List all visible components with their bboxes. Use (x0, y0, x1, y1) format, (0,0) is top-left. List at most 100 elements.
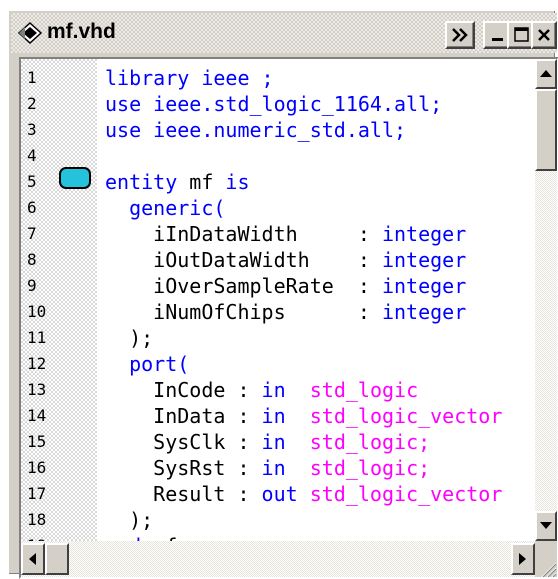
code-editor[interactable]: 12345678910111213141516171819 library ie… (19, 57, 558, 579)
code-line[interactable]: iOverSampleRate : integer (105, 273, 466, 299)
code-line[interactable]: iNumOfChips : integer (105, 299, 466, 325)
code-text: iOutDataWidth : (105, 248, 382, 272)
line-number: 14 (27, 406, 47, 425)
code-text: Result : (105, 482, 262, 506)
code-line[interactable]: ); (105, 325, 153, 351)
bookmark-marker[interactable] (59, 167, 91, 189)
arrow-up-icon (540, 70, 552, 77)
code-keyword: in (261, 430, 286, 454)
code-text: mf (189, 170, 226, 194)
code-text: SysClk : (105, 430, 262, 454)
code-area[interactable]: library ieee ; use ieee.std_logic_1164.al… (105, 59, 535, 541)
code-text: ); (105, 508, 154, 532)
code-type: std_logic; (309, 456, 431, 480)
code-keyword: use ieee.std_logic_1164.all; (105, 92, 443, 116)
vhdl-document-icon (17, 21, 43, 45)
arrow-down-icon (540, 522, 552, 529)
code-text: InData : (105, 404, 262, 428)
scroll-up-button[interactable] (535, 59, 557, 89)
code-text: iOverSampleRate : (105, 274, 382, 298)
line-number: 5 (27, 172, 37, 191)
code-keyword: entity (105, 170, 190, 194)
window-title: mf.vhd (47, 20, 116, 43)
code-type: std_logic (309, 378, 419, 402)
line-number: 10 (27, 302, 47, 321)
minimize-icon (492, 38, 503, 41)
title-bar[interactable]: mf.vhd (11, 13, 557, 53)
code-line[interactable]: entity mf is (105, 169, 250, 195)
more-icon (452, 28, 468, 42)
line-number: 9 (27, 276, 37, 295)
resize-grip-icon (541, 562, 557, 577)
resize-grip[interactable] (535, 541, 557, 577)
line-number-gutter[interactable]: 12345678910111213141516171819 (21, 59, 97, 541)
code-keyword: port( (105, 352, 190, 376)
code-line[interactable]: Result : out std_logic_vector (105, 481, 502, 507)
code-line[interactable]: port( (105, 351, 189, 377)
code-text: iInDataWidth : (105, 222, 382, 246)
line-number: 17 (27, 484, 47, 503)
code-line[interactable]: iOutDataWidth : integer (105, 247, 466, 273)
line-number: 3 (27, 120, 37, 139)
line-number: 2 (27, 94, 37, 113)
code-keyword: integer (381, 222, 467, 246)
line-number: 11 (27, 328, 47, 347)
code-keyword: end (105, 534, 153, 541)
code-line[interactable]: end mf; (105, 533, 189, 541)
code-line[interactable]: InCode : in std_logic (105, 377, 418, 403)
code-line[interactable]: InData : in std_logic_vector (105, 403, 502, 429)
scroll-left-button[interactable] (21, 543, 45, 575)
code-keyword: in (261, 378, 286, 402)
code-line[interactable]: library ieee ; (105, 65, 274, 91)
horizontal-scroll-thumb[interactable] (45, 543, 69, 575)
line-number: 6 (27, 198, 37, 217)
close-icon (538, 29, 550, 41)
code-text: SysRst : (105, 456, 262, 480)
code-text: iNumOfChips : (105, 300, 382, 324)
scroll-right-button[interactable] (511, 543, 535, 575)
horizontal-scrollbar[interactable] (21, 541, 535, 577)
line-number: 15 (27, 432, 47, 451)
line-number: 4 (27, 146, 37, 165)
code-text: mf; (153, 534, 189, 541)
code-keyword: generic( (105, 196, 226, 220)
code-keyword: is (225, 170, 250, 194)
more-button[interactable] (445, 21, 475, 49)
code-line[interactable]: use ieee.numeric_std.all; (105, 117, 406, 143)
code-keyword: use ieee.numeric_std.all; (105, 118, 407, 142)
vertical-scroll-thumb[interactable] (535, 89, 557, 171)
line-number: 13 (27, 380, 47, 399)
code-text: InCode : (105, 378, 262, 402)
line-number: 8 (27, 250, 37, 269)
maximize-icon (514, 27, 529, 42)
line-number: 7 (27, 224, 37, 243)
code-type: std_logic_vector (309, 482, 503, 506)
code-keyword: library ieee ; (105, 66, 274, 90)
code-keyword: integer (381, 274, 467, 298)
editor-window: mf.vhd 12 3 4 5 6 7 8 9 10 11 12 13 14 15 16 17 … (8, 10, 558, 579)
code-line[interactable]: use ieee.std_logic_1164.all; (105, 91, 442, 117)
line-number: 12 (27, 354, 47, 373)
code-keyword: integer (381, 300, 467, 324)
code-line[interactable]: ); (105, 507, 153, 533)
code-type: std_logic; (309, 430, 431, 454)
code-type: std_logic_vector (309, 404, 503, 428)
code-keyword: in (261, 456, 286, 480)
scroll-down-button[interactable] (535, 511, 557, 541)
code-line[interactable]: generic( (105, 195, 225, 221)
vertical-scrollbar[interactable] (535, 59, 557, 541)
code-keyword: in (261, 404, 286, 428)
line-number: 19 (27, 533, 46, 541)
close-button[interactable] (531, 21, 557, 49)
arrow-left-icon (29, 553, 36, 565)
code-line[interactable]: iInDataWidth : integer (105, 221, 466, 247)
code-line[interactable]: SysRst : in std_logic; (105, 455, 430, 481)
code-line[interactable]: SysClk : in std_logic; (105, 429, 430, 455)
line-number: 1 (27, 68, 37, 87)
code-keyword: integer (381, 248, 467, 272)
